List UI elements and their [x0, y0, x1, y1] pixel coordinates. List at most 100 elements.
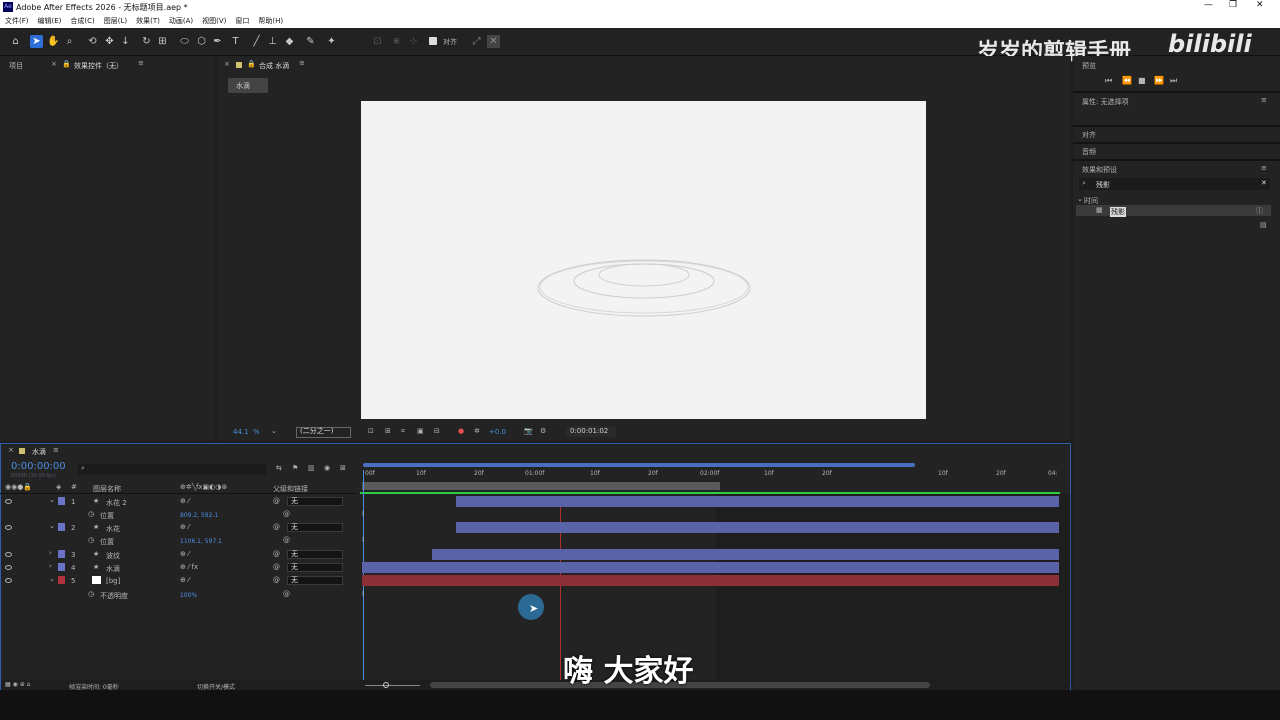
stopwatch-icon[interactable]: ◷	[88, 510, 94, 518]
pickwhip-icon[interactable]: @	[273, 523, 280, 531]
layer-bar[interactable]	[456, 522, 1059, 533]
label-color-swatch[interactable]	[58, 497, 65, 505]
layer-bar[interactable]	[432, 549, 1059, 560]
layer-switches[interactable]: ⊕ ⁄ fx	[180, 563, 198, 571]
panel-menu-icon[interactable]: ≡	[299, 59, 305, 67]
layer-search-input[interactable]: ⌕	[78, 464, 266, 475]
layer-row[interactable]: 5 ⌄ [bg] ⊕ ⁄ @ 无	[0, 574, 358, 587]
layer-bar[interactable]	[362, 562, 1059, 573]
chevron-right-icon[interactable]: ›	[49, 562, 52, 570]
keyframe-icon[interactable]: I	[362, 590, 364, 598]
brush-tool-icon[interactable]: ╱	[250, 35, 263, 48]
footer-icons[interactable]: ▦ ◉ ⊕ ⌂	[5, 681, 30, 688]
puppet-tool-icon[interactable]: ✦	[325, 35, 338, 48]
snap-c-icon[interactable]: ⊹	[407, 35, 420, 48]
comp-flow-icon[interactable]: ⇆	[276, 464, 282, 472]
parent-header[interactable]: 父级和链接	[273, 484, 308, 494]
exposure-value[interactable]: +0.0	[489, 428, 506, 436]
pen-tool-icon[interactable]: ✒	[211, 35, 224, 48]
close-icon[interactable]: ✕	[1256, 0, 1264, 10]
zoom-slider-handle[interactable]	[383, 682, 389, 688]
layer-bar[interactable]	[456, 496, 1059, 507]
menu-edit[interactable]: 编辑(E)	[38, 16, 62, 26]
comp-canvas[interactable]	[361, 101, 926, 419]
effect-result-row[interactable]: ▦ 残影 ⓘ	[1076, 205, 1271, 217]
info-icon[interactable]: ⓘ	[1256, 206, 1263, 216]
stopwatch-icon[interactable]: ◷	[88, 536, 94, 544]
comp-timecode[interactable]: 0:00:01:02	[566, 426, 616, 437]
panel-menu-icon[interactable]: ≡	[138, 59, 144, 67]
prev-frame-icon[interactable]: ⏪	[1122, 76, 1132, 85]
region-icon[interactable]: ⊡	[368, 427, 374, 435]
timeline-tab[interactable]: 水滴	[32, 447, 46, 457]
align-a-icon[interactable]: ⤢	[470, 35, 483, 48]
eye-icon[interactable]	[5, 565, 12, 570]
dolly-tool-icon[interactable]: ↓	[119, 35, 132, 48]
chevron-down-icon[interactable]: ⌄	[49, 496, 55, 504]
align-checkbox[interactable]	[429, 37, 437, 45]
clear-search-icon[interactable]: ✕	[1261, 179, 1267, 187]
mask-icon[interactable]: ⌗	[401, 427, 405, 436]
text-tool-icon[interactable]: T	[229, 35, 242, 48]
eye-icon[interactable]	[5, 525, 12, 530]
panel-menu-icon[interactable]: ≡	[1261, 164, 1267, 172]
menu-layer[interactable]: 图层(L)	[104, 16, 127, 26]
guides-icon[interactable]: ▣	[417, 427, 424, 435]
menu-window[interactable]: 窗口	[235, 16, 249, 26]
eye-icon[interactable]	[5, 552, 12, 557]
work-area-bar[interactable]	[362, 482, 720, 490]
tab-close-icon[interactable]: ×	[224, 60, 230, 68]
eye-icon[interactable]	[5, 578, 12, 583]
first-frame-icon[interactable]: ⏮	[1105, 76, 1112, 86]
layer-row[interactable]: 3 › ★ 波纹 ⊕ ⁄ @ 无	[0, 548, 358, 561]
chevron-down-icon[interactable]: ⌄	[271, 427, 277, 435]
align-b-icon[interactable]: ✕	[487, 35, 500, 48]
menu-view[interactable]: 视图(V)	[202, 16, 226, 26]
shy-icon[interactable]: ▥	[308, 464, 315, 472]
rotate-tool-icon[interactable]: ↻	[140, 35, 153, 48]
snap-a-icon[interactable]: ⊡	[371, 35, 384, 48]
property-value[interactable]: 809.2, 592.1	[180, 512, 218, 519]
label-color-swatch[interactable]	[58, 523, 65, 531]
chevron-down-icon[interactable]: ⌄	[49, 522, 55, 530]
layer-bar[interactable]	[362, 575, 1059, 586]
layer-name[interactable]: 波纹	[106, 551, 120, 561]
pickwhip-icon[interactable]: @	[283, 590, 290, 598]
align-panel-label[interactable]: 对齐	[1082, 130, 1096, 140]
parent-select[interactable]: 无	[287, 576, 343, 585]
lock-icon[interactable]: 🔒	[247, 60, 256, 68]
audio-panel-label[interactable]: 音频	[1082, 147, 1096, 157]
layer-switches[interactable]: ⊕ ⁄	[180, 576, 189, 584]
exposure-icon[interactable]: ✲	[474, 427, 480, 435]
time-ruler[interactable]: 00f 10f 20f 01:00f 10f 20f 02:00f 10f 20…	[360, 462, 1065, 492]
color-channel-icon[interactable]: ●	[458, 427, 464, 435]
next-frame-icon[interactable]: ⏩	[1154, 76, 1164, 85]
chevron-down-icon[interactable]: ⌄	[49, 575, 55, 583]
layer-row[interactable]: 1 ⌄ ★ 水花 2 ⊕ ⁄ @ 无	[0, 495, 358, 508]
minimize-icon[interactable]: —	[1204, 0, 1213, 10]
effects-presets-label[interactable]: 效果和预设	[1082, 165, 1117, 175]
transparency-grid-icon[interactable]: ⊞	[385, 427, 391, 435]
layer-switches[interactable]: ⊕ ⁄	[180, 523, 189, 531]
parent-select[interactable]: 无	[287, 563, 343, 572]
tab-close-icon[interactable]: ×	[8, 446, 14, 454]
layer-row[interactable]: 2 ⌄ ★ 水花 ⊕ ⁄ @ 无	[0, 521, 358, 534]
layer-name[interactable]: [bg]	[106, 577, 120, 585]
property-row[interactable]: ◷ 不透明度 100% @	[0, 588, 358, 601]
tab-composition[interactable]: 合成 水滴	[259, 61, 289, 71]
menu-file[interactable]: 文件(F)	[5, 16, 29, 26]
last-frame-icon[interactable]: ⏭	[1170, 76, 1177, 86]
snapshot-icon[interactable]: 📷	[524, 427, 533, 435]
cube-tool-icon[interactable]: ⬡	[195, 35, 208, 48]
frame-blend-icon[interactable]: ◉	[324, 464, 330, 472]
menu-composition[interactable]: 合成(C)	[70, 16, 94, 26]
pickwhip-icon[interactable]: @	[283, 536, 290, 544]
pickwhip-icon[interactable]: @	[273, 576, 280, 584]
breadcrumb[interactable]: 水滴	[228, 78, 268, 93]
eraser-tool-icon[interactable]: ◆	[283, 35, 296, 48]
resolution-select[interactable]: (二分之一)	[296, 427, 351, 438]
lock-icon[interactable]: 🔒	[62, 60, 71, 68]
tab-project[interactable]: 项目	[9, 61, 23, 71]
parent-select[interactable]: 无	[287, 550, 343, 559]
hand-tool-icon[interactable]: ✋	[47, 35, 60, 48]
